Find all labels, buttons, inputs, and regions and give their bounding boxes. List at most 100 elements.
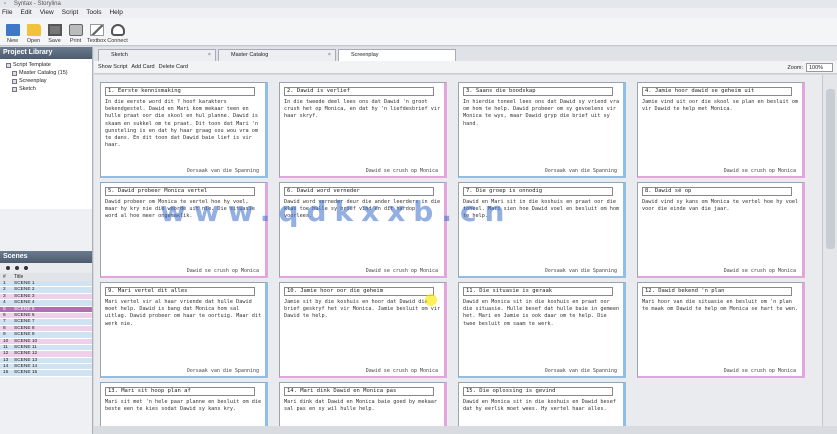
toolbar: New Open Save Print Textbox Connect (0, 18, 837, 46)
card-title[interactable]: 14. Mari dink Dawid en Monica pas (284, 387, 434, 396)
zoom-label: Zoom: (787, 64, 803, 71)
card-body[interactable]: Mari vertel vir al haar vriende dat hull… (105, 299, 263, 365)
tab-sketch[interactable]: Sketch × (98, 49, 216, 61)
card-title[interactable]: 10. Jamie hoor oor die geheim (284, 287, 434, 296)
card-title[interactable]: 13. Mari sit hoop plan af (105, 387, 255, 396)
zoom-control: Zoom: 100% (787, 63, 833, 72)
app-icon: ▫ (4, 1, 7, 7)
delete-card-button[interactable]: Delete Card (159, 64, 188, 70)
menu-file[interactable]: File (2, 8, 12, 18)
tree-root[interactable]: Script Template (3, 61, 89, 69)
card-title[interactable]: 9. Mari vertel dit alles (105, 287, 255, 296)
open-button[interactable]: Open (23, 18, 44, 46)
close-icon[interactable]: × (208, 50, 211, 61)
card-body[interactable]: Mari hoor van die situasie en besluit om… (642, 299, 800, 365)
scene-title: SCENE 12 (14, 351, 38, 357)
scene-list: 1 SCENE 1 2 SCENE 2 3 SCENE 3 4 SCENE 4 5 SCE… (0, 281, 92, 377)
card-2[interactable]: 2. Dawid is verlief In die tweede deel l… (279, 82, 447, 178)
card-tag: Dawid se crush op Monica (723, 168, 796, 174)
card-body[interactable]: Dawid en Monica sit in die koshuis en pr… (463, 299, 621, 365)
card-body[interactable]: Mari sit met 'n hele paar planne en besl… (105, 399, 263, 429)
menu-edit[interactable]: Edit (20, 8, 31, 18)
card-title[interactable]: 3. Saans die boodskap (463, 87, 613, 96)
menu-tools[interactable]: Tools (86, 8, 101, 18)
card-title[interactable]: 2. Dawid is verlief (284, 87, 434, 96)
scene-title: SCENE 8 (14, 325, 35, 331)
scene-number: 4 (3, 300, 6, 306)
scrollbar-thumb[interactable] (826, 89, 835, 249)
connect-button[interactable]: Connect (107, 18, 128, 46)
card-title[interactable]: 12. Dawid bekend 'n plan (642, 287, 792, 296)
card-body[interactable]: Mari dink dat Dawid en Monica baie goed … (284, 399, 442, 429)
menu-bar: File Edit View Script Tools Help (0, 8, 837, 18)
card-3[interactable]: 3. Saans die boodskap In hierdie toneel … (458, 82, 626, 178)
col-title[interactable]: Title (14, 273, 23, 281)
tab-screenplay[interactable]: Screenplay (338, 49, 456, 61)
card-9[interactable]: 9. Mari vertel dit alles Mari vertel vir… (100, 282, 268, 378)
vertical-scrollbar[interactable] (822, 75, 837, 434)
scene-title: SCENE 2 (14, 287, 35, 293)
menu-script[interactable]: Script (62, 8, 79, 18)
scene-number: 6 (3, 312, 6, 318)
tree-item-master-catalog[interactable]: Master Catalog (15) (3, 69, 89, 77)
scene-title: SCENE 7 (14, 319, 35, 325)
new-button[interactable]: New (2, 18, 23, 46)
card-body[interactable]: In hierdie toneel lees ons dat Dawid sy … (463, 99, 621, 165)
card-13[interactable]: 13. Mari sit hoop plan af Mari sit met '… (100, 382, 268, 430)
print-button[interactable]: Print (65, 18, 86, 46)
scene-title: SCENE 14 (14, 364, 38, 370)
card-title[interactable]: 15. Die oplossing is gevind (463, 387, 613, 396)
project-tree: Script Template Master Catalog (15) Scre… (0, 59, 92, 209)
menu-view[interactable]: View (40, 8, 54, 18)
watermark: www.qdkxxb.cn (160, 195, 513, 228)
save-button[interactable]: Save (44, 18, 65, 46)
tab-master-catalog[interactable]: Master Catalog × (218, 49, 336, 61)
card-10[interactable]: 10. Jamie hoor oor die geheim Jamie sit … (279, 282, 447, 378)
card-body[interactable]: In die eerste word dit ? hoof karakters … (105, 99, 263, 165)
card-12[interactable]: 12. Dawid bekend 'n plan Mari hoor van d… (637, 282, 805, 378)
card-11[interactable]: 11. Die situasie is geraak Dawid en Moni… (458, 282, 626, 378)
add-scene-icon[interactable] (6, 266, 10, 270)
menu-help[interactable]: Help (109, 8, 122, 18)
card-body[interactable]: Jamie sit by die koshuis en hoor dat Daw… (284, 299, 442, 365)
card-body[interactable]: Dawid en Monica sit in die koshuis en Da… (463, 399, 621, 429)
card-1[interactable]: 1. Eerste kennismaking In die eerste wor… (100, 82, 268, 178)
connect-label: Connect (107, 38, 128, 44)
scene-number: 1 (3, 281, 6, 286)
remove-scene-icon[interactable] (15, 266, 19, 270)
col-number[interactable]: # (0, 273, 14, 281)
card-8[interactable]: 8. Dawid sê op Dawid vind sy kans om Mon… (637, 182, 805, 278)
tree-item-screenplay[interactable]: Screenplay (3, 77, 89, 85)
card-14[interactable]: 14. Mari dink Dawid en Monica pas Mari d… (279, 382, 447, 430)
document-icon (12, 86, 17, 92)
scenes-header: Scenes (0, 251, 92, 263)
open-label: Open (26, 38, 41, 44)
show-script-button[interactable]: Show Script (98, 64, 127, 70)
card-title[interactable]: 11. Die situasie is geraak (463, 287, 613, 296)
card-4[interactable]: 4. Jamie hoor dawid se geheim uit Jamie … (637, 82, 805, 178)
scene-title: SCENE 3 (14, 293, 35, 299)
tree-root-label: Script Template (13, 62, 51, 68)
horizontal-scrollbar[interactable] (94, 426, 837, 434)
card-title[interactable]: 4. Jamie hoor dawid se geheim uit (642, 87, 792, 96)
textbox-button[interactable]: Textbox (86, 18, 107, 46)
card-title[interactable]: 1. Eerste kennismaking (105, 87, 255, 96)
scene-columns: # Title (0, 273, 92, 281)
card-body[interactable]: Jamie vind uit oor die skool se plan en … (642, 99, 800, 165)
card-body[interactable]: Dawid vind sy kans om Monica te vertel h… (642, 199, 800, 265)
scene-number: 7 (3, 319, 6, 325)
tree-item-label: Screenplay (19, 78, 47, 84)
card-15[interactable]: 15. Die oplossing is gevind Dawid en Mon… (458, 382, 626, 430)
card-body[interactable]: In die tweede deel lees ons dat Dawid 'n… (284, 99, 442, 165)
add-card-button[interactable]: Add Card (131, 64, 154, 70)
scene-number: 5 (3, 306, 6, 312)
tree-item-sketch[interactable]: Sketch (3, 85, 89, 93)
scene-options-icon[interactable] (24, 266, 28, 270)
scene-title: SCENE 13 (14, 357, 38, 363)
left-panel: Project Library Script Template Master C… (0, 47, 93, 434)
table-row[interactable]: 15 SCENE 15 (0, 370, 92, 377)
close-icon[interactable]: × (328, 50, 331, 61)
card-title[interactable]: 8. Dawid sê op (642, 187, 792, 196)
scene-title: SCENE 10 (14, 338, 38, 344)
zoom-select[interactable]: 100% (806, 63, 833, 72)
